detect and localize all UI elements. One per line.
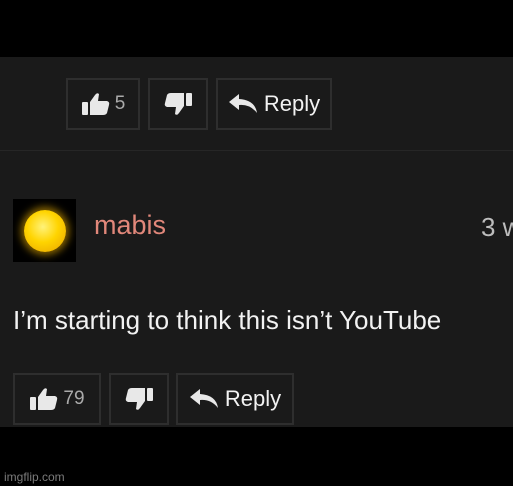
thumbs-up-icon <box>81 91 111 117</box>
like-button[interactable]: 79 <box>13 373 101 425</box>
watermark: imgflip.com <box>4 470 65 484</box>
comment-text: I’m starting to think this isn’t YouTube <box>13 305 442 335</box>
reply-arrow-icon <box>189 388 219 410</box>
sun-avatar-image <box>23 209 66 252</box>
thumbs-down-icon <box>124 386 154 412</box>
thumbs-up-icon <box>29 386 59 412</box>
reply-button[interactable]: Reply <box>176 373 294 425</box>
reply-arrow-icon <box>228 93 258 115</box>
like-button[interactable]: 5 <box>66 78 140 130</box>
thumbs-down-icon <box>163 91 193 117</box>
like-count: 79 <box>63 388 85 409</box>
comment-divider <box>0 150 513 151</box>
like-count: 5 <box>114 93 126 114</box>
comment-username[interactable]: mabis <box>94 210 166 241</box>
reply-label: Reply <box>224 386 282 411</box>
dislike-button[interactable] <box>109 373 169 425</box>
dislike-button[interactable] <box>148 78 208 130</box>
comment-timestamp: 3 w <box>481 212 513 242</box>
reply-label: Reply <box>263 91 321 116</box>
reply-button[interactable]: Reply <box>216 78 332 130</box>
avatar[interactable] <box>13 199 76 262</box>
